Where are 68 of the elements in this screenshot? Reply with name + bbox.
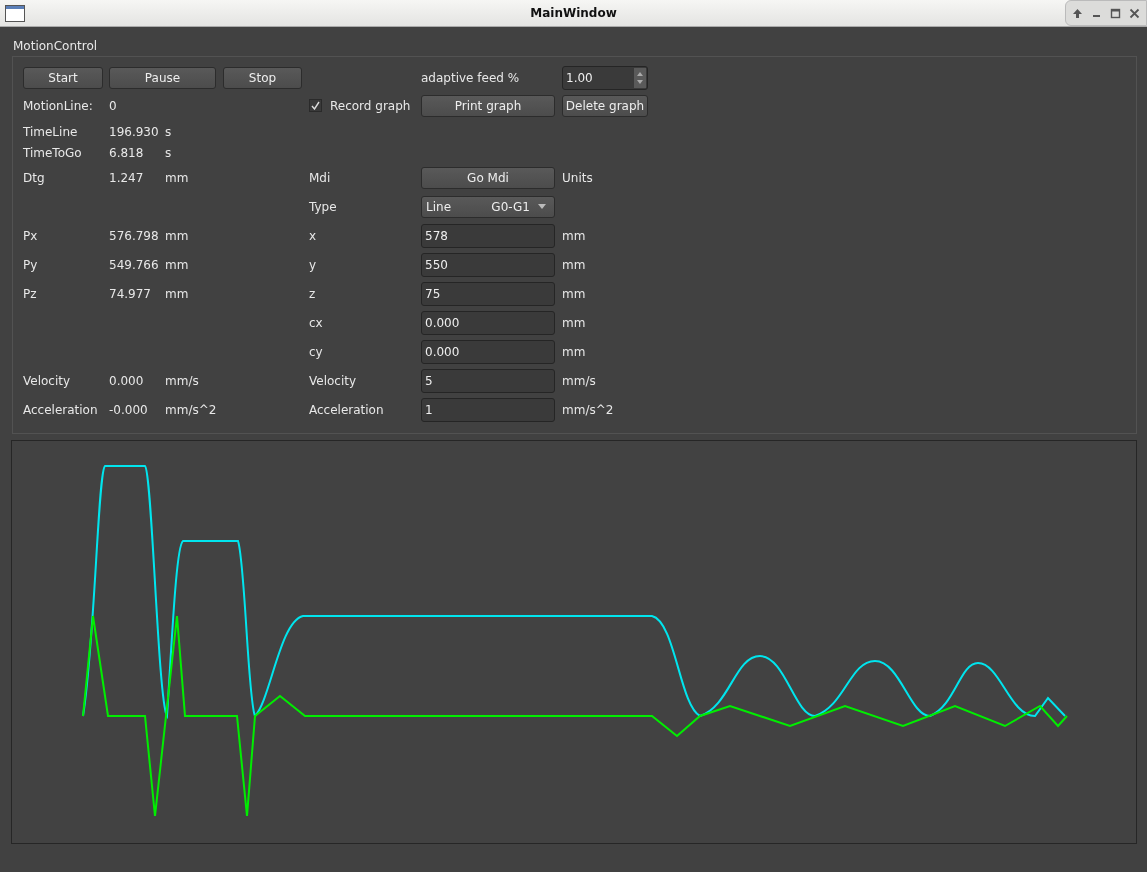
unit-label: mm: [165, 227, 189, 245]
row-value: -0.000: [109, 401, 148, 419]
row-label: Px: [23, 227, 38, 245]
row-label: Mdi: [309, 169, 331, 187]
row-value: 74.977: [109, 285, 151, 303]
input-field[interactable]: 5: [421, 368, 555, 393]
checkbox[interactable]: [309, 99, 322, 112]
row-value: 1.247: [109, 169, 144, 187]
input-field[interactable]: 0.000: [421, 310, 555, 335]
motion-button[interactable]: Start: [23, 67, 103, 89]
unit-label: mm/s: [562, 372, 596, 390]
row-label: Acceleration: [23, 401, 98, 419]
print-graph-button[interactable]: Print graph: [421, 94, 555, 117]
spin-arrows-icon[interactable]: [634, 68, 646, 88]
row-value: 6.818: [109, 144, 144, 162]
unit-label: mm: [562, 343, 586, 361]
row-value: 576.798: [109, 227, 159, 245]
unit-label: mm: [562, 314, 586, 332]
group-title: MotionControl: [12, 38, 98, 55]
input-field[interactable]: 0.000: [421, 339, 555, 364]
row-label: Py: [23, 256, 38, 274]
row-label: cx: [309, 314, 323, 332]
unit-label: mm/s^2: [562, 401, 614, 419]
unit-label: s: [165, 123, 172, 141]
row-label: TimeToGo: [23, 144, 82, 162]
unit-label: mm: [562, 227, 586, 245]
row-label: z: [309, 285, 316, 303]
unit-label: mm: [165, 169, 189, 187]
row-label: Acceleration: [309, 401, 384, 419]
feed-label: adaptive feed %: [421, 70, 520, 87]
unit-label: s: [165, 144, 172, 162]
row-label: x: [309, 227, 317, 245]
row-label: Velocity: [23, 372, 71, 390]
shade-icon[interactable]: [1072, 7, 1083, 19]
delete-graph-button[interactable]: Delete graph: [562, 94, 648, 117]
type-dropdown[interactable]: Line G0-G1: [421, 195, 555, 218]
row-value: 0: [109, 97, 117, 115]
unit-label: mm/s^2: [165, 401, 217, 419]
motion-button[interactable]: Stop: [223, 67, 302, 89]
go-mdi-button[interactable]: Go Mdi: [421, 166, 555, 189]
input-field[interactable]: 550: [421, 252, 555, 277]
input-field[interactable]: 578: [421, 223, 555, 248]
row-value: 196.930: [109, 123, 159, 141]
input-field[interactable]: 1: [421, 397, 555, 422]
input-field[interactable]: 75: [421, 281, 555, 306]
checkbox-label: Record graph: [330, 97, 411, 115]
row-label: Dtg: [23, 169, 45, 187]
unit-label: mm: [562, 256, 586, 274]
row-label: Velocity: [309, 372, 357, 390]
unit-label: mm: [165, 256, 189, 274]
window-icon: [5, 5, 25, 22]
row-label: Type: [309, 198, 337, 216]
unit-label: mm: [562, 285, 586, 303]
row-value: 0.000: [109, 372, 144, 390]
close-icon[interactable]: [1129, 7, 1140, 19]
row-label: TimeLine: [23, 123, 78, 141]
row-label: cy: [309, 343, 323, 361]
caret-icon: [538, 204, 546, 209]
row-label: y: [309, 256, 317, 274]
row-label: MotionLine:: [23, 97, 93, 115]
row-label: Pz: [23, 285, 37, 303]
maximize-icon[interactable]: [1110, 7, 1121, 19]
unit-label: mm/s: [165, 372, 199, 390]
unit-label: mm: [165, 285, 189, 303]
motion-button[interactable]: Pause: [109, 67, 216, 89]
units-label: Units: [562, 169, 593, 187]
window-title: MainWindow: [530, 5, 617, 22]
row-value: 549.766: [109, 256, 159, 274]
